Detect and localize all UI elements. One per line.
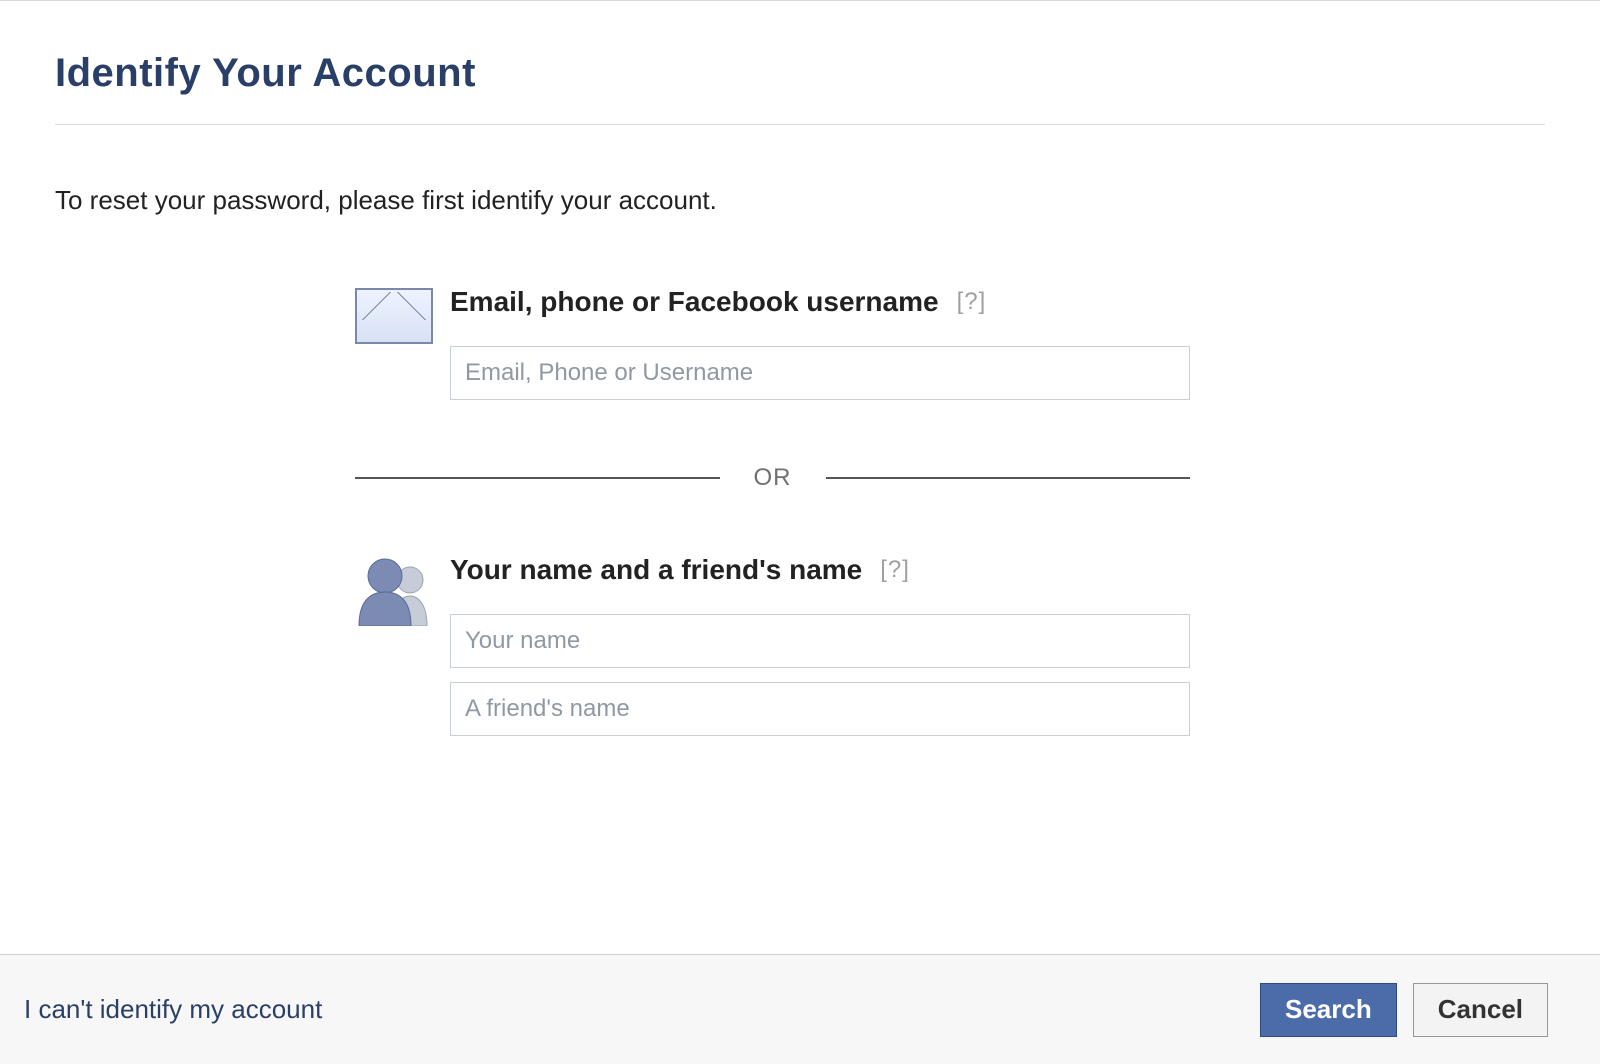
name-help-icon[interactable]: [?] [880, 556, 910, 584]
cant-identify-link[interactable]: I can't identify my account [24, 994, 322, 1025]
friend-name-input[interactable] [450, 682, 1190, 736]
or-divider: OR [355, 464, 1190, 492]
divider-line-right [826, 477, 1191, 479]
footer-bar: I can't identify my account Search Cance… [0, 954, 1600, 1064]
email-help-icon[interactable]: [?] [957, 288, 987, 316]
name-section-label: Your name and a friend's name [450, 554, 862, 586]
instruction-text: To reset your password, please first ide… [55, 185, 1545, 216]
search-button[interactable]: Search [1260, 983, 1397, 1037]
section-name: Your name and a friend's name [?] [355, 554, 1205, 736]
divider-line-left [355, 477, 720, 479]
friends-icon [355, 556, 437, 626]
your-name-input[interactable] [450, 614, 1190, 668]
divider-or-text: OR [720, 464, 826, 492]
email-section-label: Email, phone or Facebook username [450, 286, 939, 318]
envelope-icon [355, 288, 433, 344]
section-email: Email, phone or Facebook username [?] [355, 286, 1205, 400]
cancel-button[interactable]: Cancel [1413, 983, 1548, 1037]
email-phone-username-input[interactable] [450, 346, 1190, 400]
page-title: Identify Your Account [55, 51, 1545, 125]
